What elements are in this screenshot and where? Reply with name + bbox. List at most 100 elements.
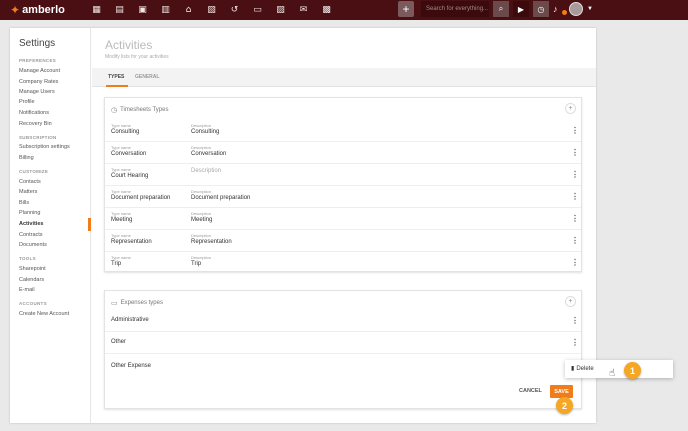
expense-name[interactable]: Other Expense xyxy=(111,363,151,369)
tab-general[interactable]: GENERAL xyxy=(135,74,159,80)
bank-icon[interactable]: ⌂ xyxy=(178,2,199,18)
table-row: Type name Trip Description Trip ⋮ xyxy=(105,252,581,274)
trash-icon: ▮ xyxy=(571,365,575,372)
matters-icon[interactable]: ▣ xyxy=(132,2,153,18)
more-options-icon[interactable]: ⋮ xyxy=(571,148,579,157)
type-name-label: Type name xyxy=(111,233,131,238)
sidebar-item-calendars[interactable]: Calendars xyxy=(19,277,44,283)
more-options-icon[interactable]: ⋮ xyxy=(571,126,579,135)
expense-name[interactable]: Administrative xyxy=(111,317,149,323)
sidebar-item-planning[interactable]: Planning xyxy=(19,210,40,216)
type-name-cell[interactable]: Type name Representation xyxy=(111,233,152,245)
description-value: Meeting xyxy=(191,217,213,223)
type-name-cell[interactable]: Type name Conversation xyxy=(111,145,146,157)
add-timesheet-type-button[interactable]: + xyxy=(565,103,576,114)
description-value: Representation xyxy=(191,239,232,245)
context-menu: ▮ Delete xyxy=(565,360,673,378)
history-icon[interactable]: ↺ xyxy=(224,2,245,18)
sidebar-item-contracts[interactable]: Contracts xyxy=(19,232,43,238)
description-cell[interactable]: Description Document preparation xyxy=(191,189,250,201)
table-row: Type name Document preparation Descriptio… xyxy=(105,186,581,208)
sidebar-item-company-rates[interactable]: Company Rates xyxy=(19,79,58,85)
sidebar-item-email[interactable]: E-mail xyxy=(19,287,35,293)
more-options-icon[interactable]: ⋮ xyxy=(571,338,579,347)
top-right-controls: + Search for everything... ⌕ ▶ ◷ ♪ ▼ xyxy=(398,1,593,17)
page-title: Activities xyxy=(105,38,153,52)
type-name-label: Type name xyxy=(111,167,131,172)
table-row: Type name Court Hearing Description ⋮ xyxy=(105,164,581,186)
expenses-header: ▭ Expenses types xyxy=(111,299,163,307)
sidebar-item-documents[interactable]: Documents xyxy=(19,242,47,248)
sidebar-item-subscription-settings[interactable]: Subscription settings xyxy=(19,144,70,150)
clock-icon: ◷ xyxy=(111,106,118,114)
type-name-cell[interactable]: Type name Document preparation xyxy=(111,189,170,201)
more-options-icon[interactable]: ⋮ xyxy=(571,214,579,223)
type-name-value: Trip xyxy=(111,261,122,267)
timer-icon[interactable]: ◷ xyxy=(533,1,549,17)
top-navigation-bar: ✦ amberlo ▦ ▤ ▣ ▥ ⌂ ▧ ↺ ▭ ▨ ✉ ▩ + Search… xyxy=(0,0,688,20)
description-cell[interactable]: Description xyxy=(191,167,221,174)
cancel-button[interactable]: CANCEL xyxy=(519,388,542,394)
play-icon[interactable]: ▶ xyxy=(513,1,529,17)
documents-icon[interactable]: ▥ xyxy=(155,2,176,18)
delete-menu-item[interactable]: ▮ Delete xyxy=(571,365,594,372)
timesheets-header: ◷ Timesheets Types xyxy=(111,106,168,114)
folder-icon[interactable]: ▭ xyxy=(247,2,268,18)
step-badge-2: 2 xyxy=(556,397,573,414)
tab-types[interactable]: TYPES xyxy=(108,74,124,80)
description-label: Description xyxy=(191,189,212,194)
description-cell[interactable]: Description Trip xyxy=(191,255,211,267)
type-name-label: Type name xyxy=(111,211,131,216)
description-cell[interactable]: Description Conversation xyxy=(191,145,226,157)
type-name-label: Type name xyxy=(111,189,131,194)
sidebar-item-activities[interactable]: Activities xyxy=(19,221,43,227)
type-name-cell[interactable]: Type name Consulting xyxy=(111,123,139,135)
chevron-down-icon[interactable]: ▼ xyxy=(587,6,593,12)
sidebar-item-manage-account[interactable]: Manage Account xyxy=(19,68,60,74)
amberlo-logo[interactable]: ✦ amberlo xyxy=(10,3,82,17)
user-avatar[interactable] xyxy=(569,2,583,16)
description-label: Description xyxy=(191,145,212,150)
sidebar-item-create-new-account[interactable]: Create New Account xyxy=(19,311,69,317)
sidebar-item-manage-users[interactable]: Manage Users xyxy=(19,89,55,95)
notes-icon[interactable]: ▨ xyxy=(270,2,291,18)
sidebar-item-profile[interactable]: Profile xyxy=(19,99,35,105)
add-expense-type-button[interactable]: + xyxy=(565,296,576,307)
expense-name[interactable]: Other xyxy=(111,339,126,345)
list-item: Other ⋮ xyxy=(105,332,581,354)
sidebar-item-bills[interactable]: Bills xyxy=(19,200,29,206)
sidebar-item-notifications[interactable]: Notifications xyxy=(19,110,49,116)
save-button[interactable]: SAVE xyxy=(550,385,573,398)
sidebar-item-sharepoint[interactable]: Sharepoint xyxy=(19,266,46,272)
sidebar-item-recovery-bin[interactable]: Recovery Bin xyxy=(19,121,52,127)
mail-icon[interactable]: ✉ xyxy=(293,2,314,18)
more-options-icon[interactable]: ⋮ xyxy=(571,316,579,325)
sidebar-item-matters[interactable]: Matters xyxy=(19,189,37,195)
type-name-cell[interactable]: Type name Court Hearing xyxy=(111,167,148,179)
sidebar-item-contacts[interactable]: Contacts xyxy=(19,179,41,185)
global-search-input[interactable]: Search for everything... xyxy=(421,1,489,17)
calendar-icon[interactable]: ▧ xyxy=(201,2,222,18)
type-name-cell[interactable]: Type name Meeting xyxy=(111,211,132,223)
expenses-types-panel: ▭ Expenses types + Administrative ⋮ Othe… xyxy=(104,290,582,409)
search-icon[interactable]: ⌕ xyxy=(493,1,509,17)
section-accounts: ACCOUNTS xyxy=(19,301,47,306)
more-options-icon[interactable]: ⋮ xyxy=(571,170,579,179)
dashboard-icon[interactable]: ▦ xyxy=(86,2,107,18)
description-cell[interactable]: Description Consulting xyxy=(191,123,219,135)
type-name-value: Court Hearing xyxy=(111,173,149,179)
page-subtitle: Modify lists for your activities xyxy=(105,54,169,60)
description-cell[interactable]: Description Meeting xyxy=(191,211,212,223)
type-name-label: Type name xyxy=(111,145,131,150)
bell-icon[interactable]: ♪ xyxy=(553,4,567,15)
more-options-icon[interactable]: ⋮ xyxy=(571,236,579,245)
table-row: Type name Consulting Description Consultin… xyxy=(105,120,581,142)
contacts-icon[interactable]: ▤ xyxy=(109,2,130,18)
type-name-cell[interactable]: Type name Trip xyxy=(111,255,131,267)
more-options-icon[interactable]: ⋮ xyxy=(571,258,579,267)
sidebar-item-billing[interactable]: Billing xyxy=(19,155,34,161)
more-options-icon[interactable]: ⋮ xyxy=(571,192,579,201)
description-cell[interactable]: Description Representation xyxy=(191,233,232,245)
reports-icon[interactable]: ▩ xyxy=(316,2,337,18)
quick-add-button[interactable]: + xyxy=(398,1,414,17)
